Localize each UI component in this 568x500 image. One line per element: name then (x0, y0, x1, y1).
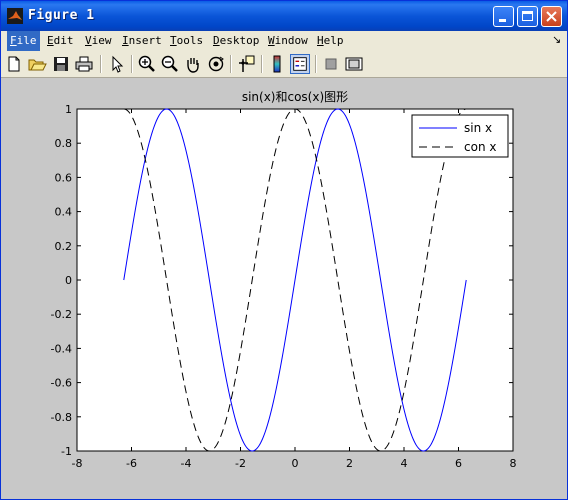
legend-icon[interactable] (290, 54, 310, 74)
x-tick-label: -2 (235, 457, 246, 470)
menu-help[interactable]: Help (317, 34, 344, 47)
menu-edit[interactable]: Edit (47, 34, 74, 47)
y-tick-label: 0 (65, 274, 72, 287)
hide-plot-tools-icon[interactable] (321, 54, 341, 74)
pan-hand-icon[interactable] (183, 54, 203, 74)
y-tick-label: 0.8 (55, 137, 73, 150)
data-cursor-icon[interactable] (236, 54, 256, 74)
x-tick-label: -8 (72, 457, 83, 470)
menu-tools[interactable]: Tools (170, 34, 203, 47)
close-icon (546, 11, 557, 22)
x-tick-label: 6 (455, 457, 462, 470)
menu-desktop[interactable]: Desktop (213, 34, 259, 47)
toolbar-separator (131, 55, 133, 73)
x-tick-label: 2 (346, 457, 353, 470)
maximize-button[interactable] (517, 6, 538, 27)
close-button[interactable] (541, 6, 562, 27)
colorbar-icon[interactable] (267, 54, 287, 74)
new-file-icon[interactable] (4, 54, 24, 74)
y-tick-label: -1 (61, 445, 72, 458)
toolbar-separator (100, 55, 102, 73)
figure-window: Figure 1 File Edit View Insert Tools Desktop W… (0, 0, 568, 500)
y-tick-label: -0.6 (51, 377, 72, 390)
menu-view[interactable]: View (85, 34, 112, 47)
x-tick-label: 4 (401, 457, 408, 470)
show-plot-tools-icon[interactable] (344, 54, 364, 74)
toolbar-separator (315, 55, 317, 73)
zoom-out-icon[interactable] (160, 54, 180, 74)
y-tick-label: 0.2 (55, 240, 73, 253)
window-title: Figure 1 (28, 8, 95, 23)
toolbar-separator (261, 55, 263, 73)
title-bar[interactable]: Figure 1 (1, 1, 567, 31)
figure-canvas[interactable]: sin(x)和cos(x)图形 -8 -6 -4 -2 0 2 4 6 8 -1 -0.8 -0.6 -… (1, 78, 567, 499)
plot-svg: sin(x)和cos(x)图形 -8 -6 -4 -2 0 2 4 6 8 -1 -0.8 -0.6 -… (51, 90, 517, 470)
y-tick-label: 0.6 (55, 171, 73, 184)
x-tick-label: -4 (181, 457, 192, 470)
menu-file[interactable]: File (7, 31, 40, 51)
menu-dock-arrow-icon[interactable]: ↘ (552, 33, 561, 46)
x-tick-label: 0 (292, 457, 299, 470)
legend[interactable]: sin x con x (411, 114, 509, 158)
y-tick-label: 1 (65, 103, 72, 116)
chart-title: sin(x)和cos(x)图形 (242, 90, 348, 104)
rotate-3d-icon[interactable] (206, 54, 226, 74)
save-icon[interactable] (51, 54, 71, 74)
open-folder-icon[interactable] (27, 54, 47, 74)
print-icon[interactable] (74, 54, 94, 74)
menu-bar: File Edit View Insert Tools Desktop Window Help (1, 31, 567, 51)
x-tick-label: 8 (510, 457, 517, 470)
x-tick-label: -6 (126, 457, 137, 470)
y-tick-label: 0.4 (55, 206, 73, 219)
y-tick-label: -0.4 (51, 342, 72, 355)
toolbar-separator (230, 55, 232, 73)
figure-toolbar (1, 51, 567, 78)
legend-label: con x (464, 140, 496, 154)
matlab-logo-icon (7, 8, 23, 24)
y-tick-label: -0.2 (51, 308, 72, 321)
legend-label: sin x (464, 121, 492, 135)
zoom-in-icon[interactable] (137, 54, 157, 74)
minimize-button[interactable] (493, 6, 514, 27)
y-tick-label: -0.8 (51, 411, 72, 424)
minimize-icon (499, 19, 506, 22)
menu-insert[interactable]: Insert (122, 34, 162, 47)
pointer-icon[interactable] (107, 54, 127, 74)
maximize-icon (522, 11, 533, 21)
menu-window[interactable]: Window (268, 34, 308, 47)
